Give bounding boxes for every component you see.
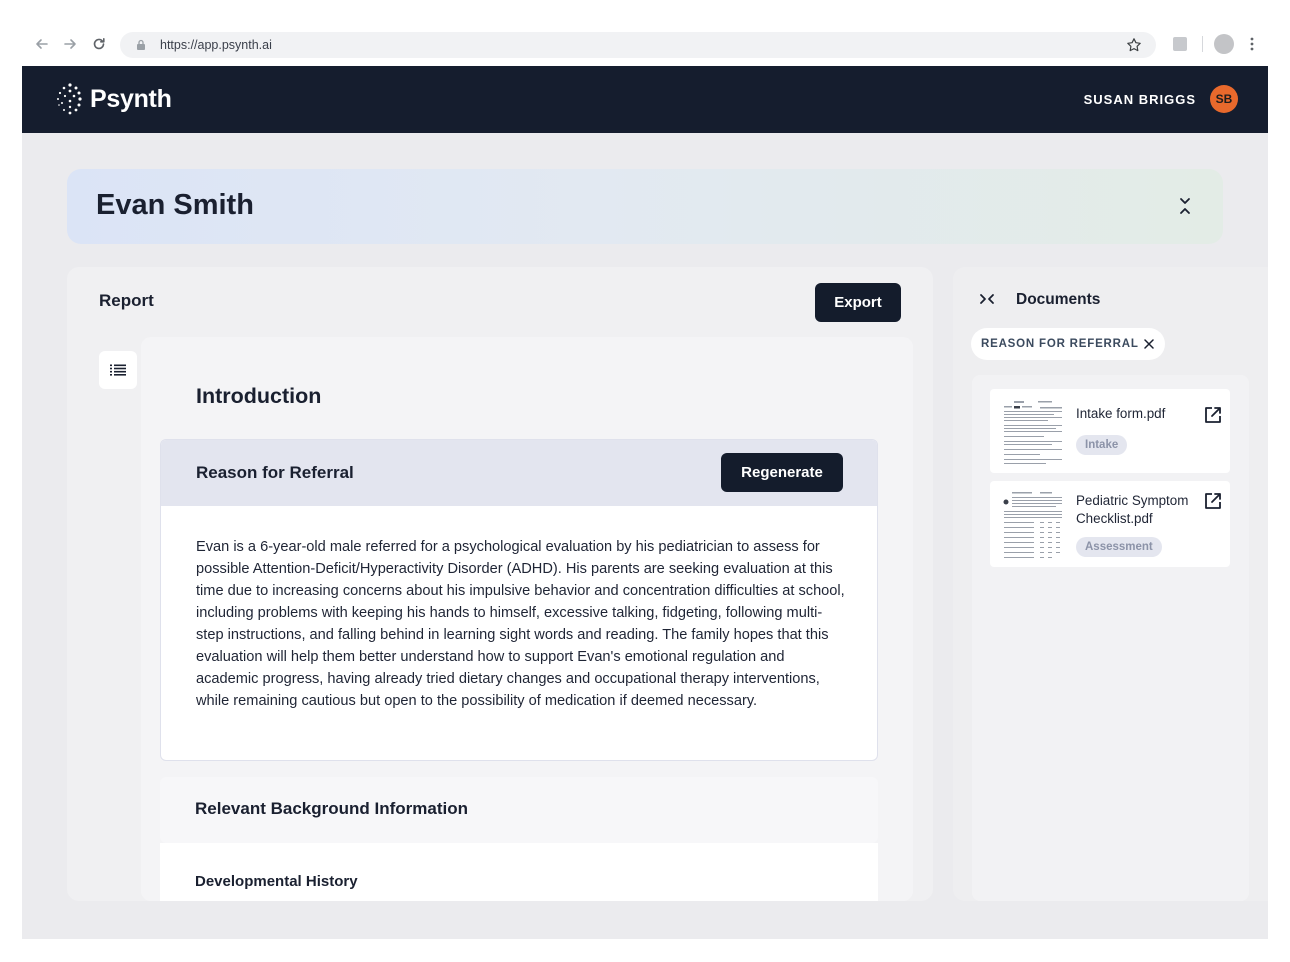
document-thumbnail-icon [1000, 397, 1066, 469]
document-card[interactable]: Intake form.pdf Intake [990, 389, 1230, 473]
reason-for-referral-card[interactable]: Reason for Referral Regenerate Evan is a… [160, 439, 878, 761]
referral-card-header: Reason for Referral Regenerate [161, 440, 877, 506]
patient-banner: Evan Smith [67, 169, 1223, 244]
filter-chip-reason-for-referral[interactable]: REASON FOR REFERRAL [971, 328, 1165, 360]
document-card[interactable]: Pediatric Symptom Checklist.pdf Assessme… [990, 481, 1230, 567]
list-icon [110, 364, 126, 376]
developmental-history-title: Developmental History [195, 873, 358, 890]
document-tag: Intake [1076, 435, 1128, 455]
document-tag: Assessment [1076, 537, 1162, 557]
patient-name: Evan Smith [96, 189, 254, 221]
document-name: Pediatric Symptom Checklist.pdf [1076, 493, 1189, 526]
developmental-history-section: Developmental History [160, 843, 878, 901]
psynth-logo-icon [57, 83, 82, 115]
window-bottom-edge [22, 939, 1268, 962]
filter-chip-label: REASON FOR REFERRAL [981, 338, 1139, 350]
report-title: Report [99, 291, 154, 310]
app-body: Evan Smith Report Export Introduction Re… [22, 133, 1268, 939]
browser-toolbar: https://app.psynth.ai [22, 22, 1268, 66]
background-information-card[interactable]: Relevant Background Information [160, 777, 878, 843]
report-content[interactable]: Introduction Reason for Referral Regener… [141, 337, 913, 901]
background-title: Relevant Background Information [195, 799, 468, 818]
forward-arrow-icon[interactable] [60, 34, 80, 54]
regenerate-button[interactable]: Regenerate [721, 453, 843, 492]
export-button[interactable]: Export [815, 283, 901, 322]
referral-body-text[interactable]: Evan is a 6-year-old male referred for a… [196, 536, 846, 712]
kebab-menu-icon[interactable] [1248, 36, 1256, 52]
back-arrow-icon[interactable] [32, 34, 52, 54]
app-name: Psynth [90, 84, 172, 113]
close-icon[interactable] [1143, 339, 1154, 349]
profile-icon[interactable] [1214, 34, 1234, 54]
collapse-banner-icon[interactable] [1177, 195, 1193, 217]
open-external-icon[interactable] [1204, 406, 1222, 424]
address-bar[interactable]: https://app.psynth.ai [120, 32, 1156, 58]
section-heading-introduction: Introduction [196, 384, 322, 408]
url-text: https://app.psynth.ai [160, 38, 272, 52]
app-logo[interactable]: Psynth [54, 83, 172, 115]
report-panel: Report Export Introduction Reason for Re… [67, 267, 933, 901]
table-of-contents-button[interactable] [99, 351, 137, 389]
user-name[interactable]: SUSAN BRIGGS [1084, 92, 1196, 107]
reload-icon[interactable] [89, 34, 109, 54]
documents-panel: Documents REASON FOR REFERRAL Intake for… [953, 267, 1268, 901]
app-header: Psynth SUSAN BRIGGS SB [22, 66, 1268, 133]
collapse-panel-icon[interactable] [979, 293, 995, 305]
document-list: Intake form.pdf Intake Pediatric Symptom… [972, 375, 1249, 901]
documents-title: Documents [1016, 291, 1101, 308]
open-external-icon[interactable] [1204, 492, 1222, 510]
document-thumbnail-icon [1000, 489, 1066, 561]
user-avatar[interactable]: SB [1210, 85, 1238, 113]
extension-icon[interactable] [1173, 37, 1187, 51]
referral-title: Reason for Referral [196, 463, 354, 482]
star-icon[interactable] [1126, 37, 1142, 53]
document-name: Intake form.pdf [1076, 406, 1166, 421]
lock-icon [137, 39, 145, 50]
toolbar-divider [1202, 36, 1203, 52]
